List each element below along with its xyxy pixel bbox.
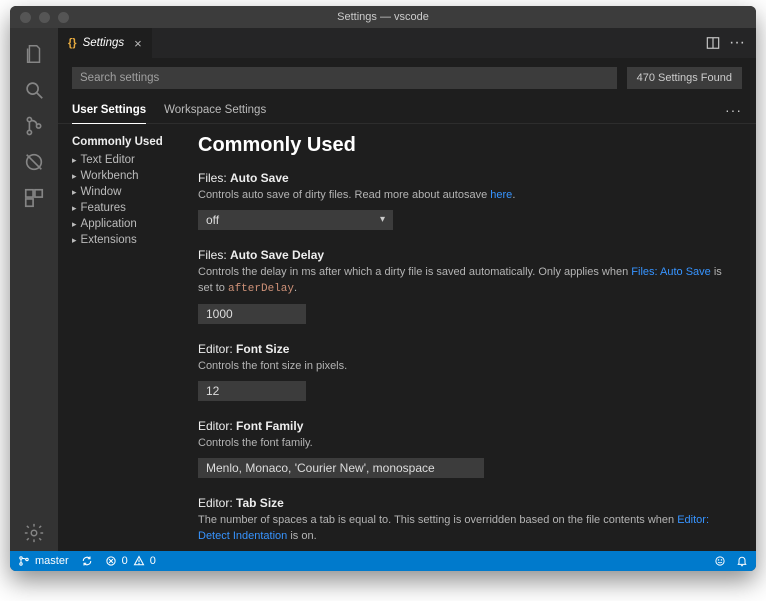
body: {} Settings × ··· 470 Settings Found Use… <box>10 28 756 551</box>
chevron-updown-icon: ▾ <box>380 214 385 225</box>
close-tab-icon[interactable]: × <box>134 36 142 51</box>
window-title: Settings — vscode <box>10 11 756 23</box>
more-actions-icon[interactable]: ··· <box>730 36 744 50</box>
status-problems[interactable]: 0 0 <box>105 555 156 567</box>
scope-more-icon[interactable]: ··· <box>725 102 742 120</box>
status-notifications[interactable] <box>736 555 748 567</box>
tab-title: Settings <box>83 37 125 49</box>
smiley-icon <box>714 555 726 567</box>
setting-desc: The number of spaces a tab is equal to. … <box>198 513 732 545</box>
search-icon[interactable] <box>10 72 58 108</box>
search-input[interactable] <box>72 67 617 89</box>
json-brace-icon: {} <box>68 37 77 49</box>
setting-desc: Controls the font family. <box>198 436 732 452</box>
status-bar: master 0 0 <box>10 551 756 571</box>
setting-tab-size: Editor: Tab Size The number of spaces a … <box>198 496 732 551</box>
settings-toc: Commonly Used ▸Text Editor ▸Workbench ▸W… <box>58 124 188 551</box>
branch-icon <box>18 555 30 567</box>
settings-search-row: 470 Settings Found <box>58 58 756 98</box>
window: Settings — vscode <box>10 6 756 571</box>
chevron-right-icon: ▸ <box>72 155 77 166</box>
setting-label: Editor: Font Size <box>198 342 732 356</box>
auto-save-delay-input[interactable] <box>198 304 306 324</box>
sync-icon <box>81 555 93 567</box>
content-row: Commonly Used ▸Text Editor ▸Workbench ▸W… <box>58 124 756 551</box>
scope-user[interactable]: User Settings <box>72 98 146 124</box>
titlebar: Settings — vscode <box>10 6 756 28</box>
explorer-icon[interactable] <box>10 36 58 72</box>
tab-settings[interactable]: {} Settings × <box>58 28 152 58</box>
main-area: {} Settings × ··· 470 Settings Found Use… <box>58 28 756 551</box>
chevron-right-icon: ▸ <box>72 187 77 198</box>
warning-icon <box>133 555 145 567</box>
status-sync[interactable] <box>81 555 93 567</box>
setting-label: Editor: Tab Size <box>198 496 732 510</box>
setting-label: Files: Auto Save Delay <box>198 248 732 262</box>
status-feedback[interactable] <box>714 555 726 567</box>
bell-icon <box>736 555 748 567</box>
status-branch[interactable]: master <box>18 555 69 567</box>
setting-desc: Controls the font size in pixels. <box>198 359 732 375</box>
setting-label: Files: Auto Save <box>198 171 732 185</box>
error-icon <box>105 555 117 567</box>
toc-item-extensions[interactable]: ▸Extensions <box>68 232 184 248</box>
chevron-right-icon: ▸ <box>72 203 77 214</box>
debug-icon[interactable] <box>10 144 58 180</box>
toc-item-text-editor[interactable]: ▸Text Editor <box>68 152 184 168</box>
setting-desc: Controls auto save of dirty files. Read … <box>198 188 732 204</box>
toc-item-workbench[interactable]: ▸Workbench <box>68 168 184 184</box>
chevron-right-icon: ▸ <box>72 219 77 230</box>
editor-tabs: {} Settings × ··· <box>58 28 756 58</box>
setting-font-size: Editor: Font Size Controls the font size… <box>198 342 732 401</box>
activity-bar <box>10 28 58 551</box>
autosave-ref-link[interactable]: Files: Auto Save <box>631 266 711 278</box>
scope-workspace[interactable]: Workspace Settings <box>164 98 266 123</box>
settings-gear-icon[interactable] <box>10 515 58 551</box>
toc-heading[interactable]: Commonly Used <box>68 134 184 152</box>
extensions-icon[interactable] <box>10 180 58 216</box>
setting-auto-save: Files: Auto Save Controls auto save of d… <box>198 171 732 230</box>
toc-item-features[interactable]: ▸Features <box>68 200 184 216</box>
source-control-icon[interactable] <box>10 108 58 144</box>
toc-item-window[interactable]: ▸Window <box>68 184 184 200</box>
autosave-help-link[interactable]: here <box>490 189 512 201</box>
split-editor-icon[interactable] <box>706 36 720 50</box>
scope-row: User Settings Workspace Settings ··· <box>58 98 756 124</box>
settings-pane: Commonly Used Files: Auto Save Controls … <box>188 124 756 551</box>
chevron-right-icon: ▸ <box>72 235 77 246</box>
toc-item-application[interactable]: ▸Application <box>68 216 184 232</box>
setting-font-family: Editor: Font Family Controls the font fa… <box>198 419 732 478</box>
section-title: Commonly Used <box>198 134 732 157</box>
chevron-right-icon: ▸ <box>72 171 77 182</box>
setting-label: Editor: Font Family <box>198 419 732 433</box>
results-count: 470 Settings Found <box>627 67 742 89</box>
font-size-input[interactable] <box>198 381 306 401</box>
setting-desc: Controls the delay in ms after which a d… <box>198 265 732 298</box>
font-family-input[interactable] <box>198 458 484 478</box>
auto-save-select[interactable]: off▾ <box>198 210 393 230</box>
setting-auto-save-delay: Files: Auto Save Delay Controls the dela… <box>198 248 732 324</box>
